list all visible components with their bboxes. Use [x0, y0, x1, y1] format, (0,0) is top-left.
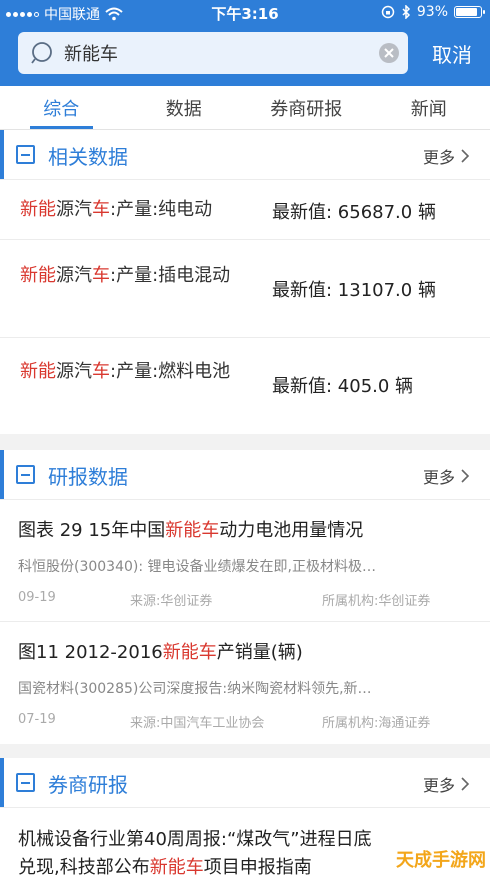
more-label: 更多 — [422, 776, 455, 795]
report-title[interactable]: 机械设备行业第40周周报:“煤改气”进程日底 兑现,科技部公布新能车项目申报指南 — [18, 826, 372, 876]
data-value: 最新值: 65687.0 辆 — [272, 202, 436, 223]
search-input[interactable] — [64, 40, 364, 66]
report-description: 科恒股份(300340): 锂电设备业绩爆发在即,正极材料极… — [18, 559, 376, 575]
report-source: 来源:华创证券 — [130, 594, 213, 609]
data-label: 新能源汽车:产量:纯电动 — [20, 199, 213, 220]
battery-icon — [454, 6, 485, 18]
data-row[interactable]: 新能源汽车:产量:燃料电池 最新值: 405.0 辆 — [0, 338, 490, 434]
tab-data[interactable]: 数据 — [123, 86, 246, 129]
section-accent-bar — [0, 130, 4, 179]
report-org: 所属机构:海通证券 — [322, 716, 431, 731]
section-header: 券商研报 更多 — [0, 758, 490, 808]
collapse-icon[interactable] — [16, 465, 35, 484]
section-title: 相关数据 — [48, 145, 128, 169]
chevron-right-icon — [461, 777, 470, 791]
report-description: 国瓷材料(300285)公司深度报告:纳米陶瓷材料领先,新… — [18, 681, 372, 697]
cancel-button[interactable]: 取消 — [432, 39, 472, 68]
bluetooth-icon — [402, 5, 410, 19]
section-header: 相关数据 更多 — [0, 130, 490, 180]
research-data-section: 研报数据 更多 图表 29 15年中国新能车动力电池用量情况 科恒股份(3003… — [0, 450, 490, 744]
report-date: 09-19 — [18, 590, 56, 605]
tab-news[interactable]: 新闻 — [368, 86, 490, 129]
section-accent-bar — [0, 450, 4, 499]
data-row[interactable]: 新能源汽车:产量:纯电动 最新值: 65687.0 辆 — [0, 180, 490, 240]
chevron-right-icon — [461, 149, 470, 163]
report-title-line: 兑现,科技部公布新能车项目申报指南 — [18, 857, 312, 876]
more-label: 更多 — [422, 148, 455, 167]
report-date: 07-19 — [18, 712, 56, 727]
data-value: 最新值: 405.0 辆 — [272, 376, 414, 397]
related-data-section: 相关数据 更多 新能源汽车:产量:纯电动 最新值: 65687.0 辆 新能源汽… — [0, 130, 490, 434]
section-accent-bar — [0, 758, 4, 807]
report-title: 图11 2012-2016新能车产销量(辆) — [18, 642, 303, 663]
battery-percent: 93% — [416, 4, 448, 20]
search-icon — [31, 42, 52, 64]
more-link[interactable]: 更多 — [423, 772, 470, 796]
rotation-lock-icon — [381, 5, 395, 19]
data-label: 新能源汽车:产量:燃料电池 — [20, 361, 231, 382]
more-label: 更多 — [422, 468, 455, 487]
header: 中国联通 下午3:16 93% 取消 — [0, 0, 490, 86]
data-value: 最新值: 13107.0 辆 — [272, 280, 436, 301]
report-org: 所属机构:华创证券 — [322, 594, 431, 609]
section-title: 研报数据 — [48, 465, 128, 489]
data-row[interactable]: 新能源汽车:产量:插电混动 最新值: 13107.0 辆 — [0, 240, 490, 338]
data-label: 新能源汽车:产量:插电混动 — [20, 265, 231, 286]
collapse-icon[interactable] — [16, 145, 35, 164]
more-link[interactable]: 更多 — [423, 144, 470, 168]
report-title-line: 机械设备行业第40周周报:“煤改气”进程日底 — [18, 829, 372, 850]
section-title: 券商研报 — [48, 773, 128, 797]
report-item[interactable]: 图表 29 15年中国新能车动力电池用量情况 科恒股份(300340): 锂电设… — [0, 500, 490, 622]
tab-bar: 综合 数据 券商研报 新闻 — [0, 86, 490, 130]
report-item[interactable]: 图11 2012-2016新能车产销量(辆) 国瓷材料(300285)公司深度报… — [0, 622, 490, 744]
tab-broker-research[interactable]: 券商研报 — [245, 86, 368, 129]
more-link[interactable]: 更多 — [423, 464, 470, 488]
watermark-logo: 天成手游网 — [396, 850, 486, 871]
status-bar: 中国联通 下午3:16 93% — [0, 0, 490, 26]
chevron-right-icon — [461, 469, 470, 483]
clear-icon[interactable] — [379, 43, 399, 63]
search-bar[interactable] — [18, 32, 408, 74]
report-title: 图表 29 15年中国新能车动力电池用量情况 — [18, 520, 364, 541]
report-source: 来源:中国汽车工业协会 — [130, 716, 265, 731]
tab-overview[interactable]: 综合 — [0, 86, 123, 129]
collapse-icon[interactable] — [16, 773, 35, 792]
section-header: 研报数据 更多 — [0, 450, 490, 500]
